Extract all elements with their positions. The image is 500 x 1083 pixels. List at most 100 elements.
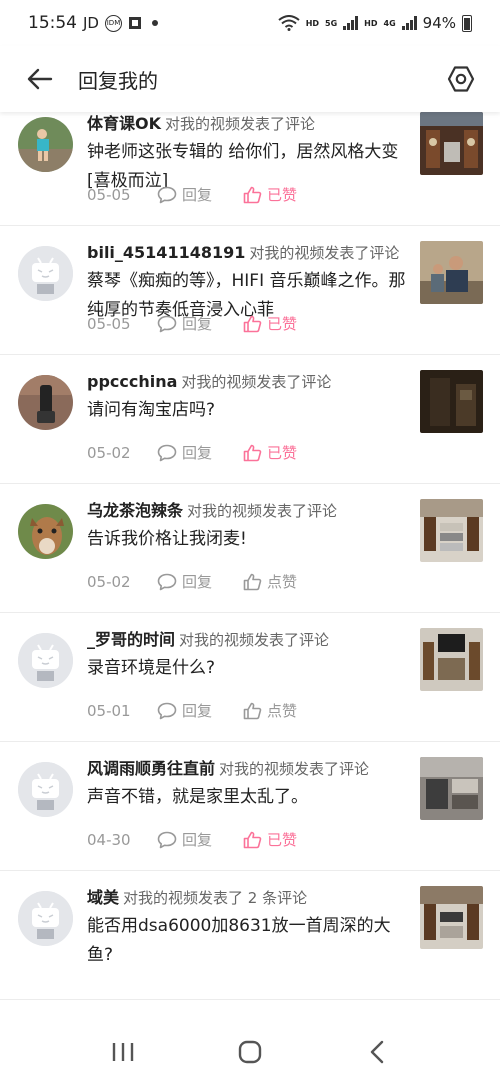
- reply-item[interactable]: bili_45141148191 对我的视频发表了评论 蔡琴《痴痴的等》，HIFI…: [0, 226, 500, 355]
- reply-button[interactable]: 回复: [157, 571, 243, 592]
- avatar[interactable]: [18, 504, 73, 559]
- video-thumbnail-image: [420, 886, 483, 949]
- video-thumbnail[interactable]: [420, 112, 483, 175]
- avatar[interactable]: [18, 246, 73, 301]
- reply-list[interactable]: 体育课OK 对我的视频发表了评论 钟老师这张专辑的 给你们，居然风格大变[喜极而泣…: [0, 112, 500, 1020]
- avatar[interactable]: [18, 633, 73, 688]
- video-thumbnail[interactable]: [420, 628, 483, 691]
- comment-date: 04-30: [87, 830, 131, 849]
- avatar[interactable]: [18, 762, 73, 817]
- like-button[interactable]: 已赞: [243, 184, 297, 205]
- reply-label: 回复: [182, 573, 213, 591]
- item-meta: 05-05 回复 已赞: [87, 313, 297, 334]
- like-label: 点赞: [267, 573, 298, 591]
- reply-label: 回复: [182, 831, 213, 849]
- username[interactable]: ppccchina: [87, 372, 177, 391]
- action-text: 对我的视频发表了 2 条评论: [123, 889, 308, 907]
- recent-apps-button[interactable]: [93, 1027, 153, 1077]
- reply-button[interactable]: 回复: [157, 829, 243, 850]
- settings-button[interactable]: [438, 56, 484, 102]
- avatar[interactable]: [18, 891, 73, 946]
- reply-item[interactable]: _罗哥的时间 对我的视频发表了评论 录音环境是什么? 05-01 回复 点赞: [0, 613, 500, 742]
- home-button[interactable]: [220, 1027, 280, 1077]
- comment-text: 能否用dsa6000加8631放一首周深的大鱼?: [87, 916, 391, 965]
- avatar[interactable]: [18, 117, 73, 172]
- username[interactable]: 风调雨顺勇往直前: [87, 759, 215, 778]
- arrow-left-icon: [27, 68, 53, 90]
- username[interactable]: 域美: [87, 888, 119, 907]
- video-thumbnail-image: [420, 370, 483, 433]
- default-tv-avatar-icon: [18, 891, 73, 946]
- like-button[interactable]: 点赞: [243, 700, 297, 721]
- status-bar: 15:54 JD IDM HD 5G HD 4G 94%: [0, 0, 500, 46]
- action-text: 对我的视频发表了评论: [187, 502, 338, 520]
- reply-button[interactable]: 回复: [157, 313, 243, 334]
- action-text: 对我的视频发表了评论: [181, 373, 332, 391]
- default-tv-avatar-icon: [18, 633, 73, 688]
- like-button[interactable]: 点赞: [243, 571, 297, 592]
- video-thumbnail[interactable]: [420, 241, 483, 304]
- avatar[interactable]: [18, 375, 73, 430]
- page-title: 回复我的: [78, 68, 158, 93]
- video-thumbnail[interactable]: [420, 499, 483, 562]
- signal-icon-2: [401, 16, 417, 30]
- like-button[interactable]: 已赞: [243, 442, 297, 463]
- reply-item[interactable]: 乌龙茶泡辣条 对我的视频发表了评论 告诉我价格让我闭麦! 05-02 回复 点赞: [0, 484, 500, 613]
- action-text: 对我的视频发表了评论: [165, 115, 316, 133]
- like-button[interactable]: 已赞: [243, 313, 297, 334]
- action-text: 对我的视频发表了评论: [179, 631, 330, 649]
- comment-date: 05-01: [87, 701, 131, 720]
- thumbs-up-icon: [243, 702, 262, 719]
- recent-apps-icon: [113, 1042, 134, 1061]
- reply-item[interactable]: 体育课OK 对我的视频发表了评论 钟老师这张专辑的 给你们，居然风格大变[喜极而泣…: [0, 112, 500, 226]
- idm-icon: IDM: [104, 14, 122, 32]
- nav-back-button[interactable]: [347, 1027, 407, 1077]
- username[interactable]: 乌龙茶泡辣条: [87, 501, 183, 520]
- like-button[interactable]: 已赞: [243, 829, 297, 850]
- reply-button[interactable]: 回复: [157, 442, 243, 463]
- action-text: 对我的视频发表了评论: [219, 760, 370, 778]
- user-photo-avatar: [18, 117, 73, 172]
- username[interactable]: _罗哥的时间: [87, 630, 175, 649]
- reply-button[interactable]: 回复: [157, 700, 243, 721]
- notification-icon: [128, 17, 141, 29]
- wifi-icon: [278, 15, 300, 31]
- reply-button[interactable]: 回复: [157, 184, 243, 205]
- item-meta: 04-30 回复 已赞: [87, 829, 297, 850]
- video-thumbnail[interactable]: [420, 370, 483, 433]
- reply-label: 回复: [182, 444, 213, 462]
- thumbs-up-icon: [243, 315, 262, 332]
- reply-item[interactable]: 风调雨顺勇往直前 对我的视频发表了评论 声音不错，就是家里太乱了。 04-30 回…: [0, 742, 500, 871]
- thumbs-up-icon: [243, 186, 262, 203]
- like-label: 已赞: [267, 315, 298, 333]
- username[interactable]: 体育课OK: [87, 114, 161, 133]
- video-thumbnail[interactable]: [420, 886, 483, 949]
- speech-bubble-icon: [157, 186, 177, 203]
- comment-text: 录音环境是什么?: [87, 658, 216, 678]
- user-photo-avatar: [18, 375, 73, 430]
- item-meta: 05-02 回复 点赞: [87, 571, 297, 592]
- reply-item[interactable]: 域美 对我的视频发表了 2 条评论 能否用dsa6000加8631放一首周深的大鱼…: [0, 871, 500, 1000]
- default-tv-avatar-icon: [18, 246, 73, 301]
- like-label: 已赞: [267, 831, 298, 849]
- signal-icon: [343, 16, 359, 30]
- reply-item[interactable]: ppccchina 对我的视频发表了评论 请问有淘宝店吗? 05-02 回复 已赞: [0, 355, 500, 484]
- speech-bubble-icon: [157, 573, 177, 590]
- username[interactable]: bili_45141148191: [87, 243, 245, 262]
- comment-date: 05-02: [87, 572, 131, 591]
- system-nav-bar: [0, 1020, 500, 1083]
- video-thumbnail-image: [420, 112, 483, 175]
- home-icon: [238, 1040, 262, 1063]
- comment-text: 告诉我价格让我闭麦!: [87, 529, 247, 549]
- app-header: 回复我的: [0, 46, 500, 112]
- comment-text: 请问有淘宝店吗?: [87, 400, 216, 420]
- reply-label: 回复: [182, 186, 213, 204]
- speech-bubble-icon: [157, 702, 177, 719]
- video-thumbnail[interactable]: [420, 757, 483, 820]
- like-label: 已赞: [267, 186, 298, 204]
- status-time: 15:54: [28, 13, 77, 33]
- speech-bubble-icon: [157, 831, 177, 848]
- battery-percent: 94%: [422, 14, 456, 32]
- item-meta: 05-05 回复 已赞: [87, 184, 297, 205]
- back-button[interactable]: [10, 49, 70, 109]
